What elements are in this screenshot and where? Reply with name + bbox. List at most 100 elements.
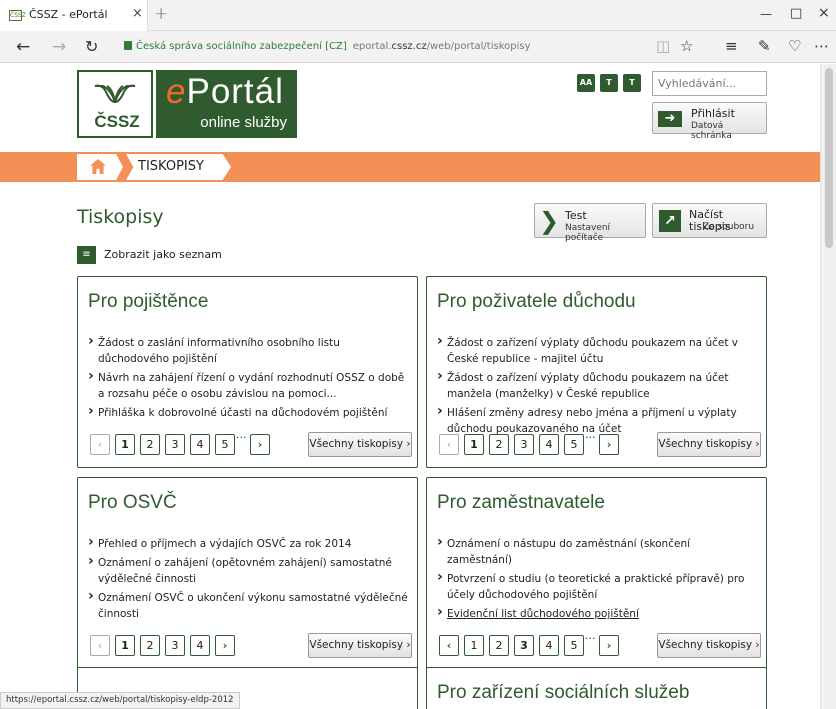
all-forms-button[interactable]: Všechny tiskopisy ›: [657, 432, 761, 457]
login-label: Přihlásit: [691, 107, 735, 120]
form-link[interactable]: Žádost o zařízení výplaty důchodu poukaz…: [437, 333, 757, 367]
form-link[interactable]: Oznámení o nástupu do zaměstnání (skonče…: [437, 534, 757, 568]
list-view-icon[interactable]: ≡: [77, 246, 96, 264]
close-tab-icon[interactable]: ×: [132, 6, 143, 21]
home-crumb[interactable]: [77, 154, 123, 180]
eportal-logo[interactable]: ePortál online služby: [156, 70, 297, 138]
eportal-word: Portál: [186, 72, 284, 111]
page-button[interactable]: 4: [190, 635, 210, 656]
card-title: Pro pojištěnce: [88, 291, 209, 312]
next-page-button[interactable]: ›: [215, 635, 235, 656]
prev-page-button[interactable]: ‹: [439, 635, 459, 656]
next-page-button[interactable]: ›: [250, 434, 270, 455]
text-only-button[interactable]: T: [600, 74, 618, 92]
page-button[interactable]: 1: [115, 635, 135, 656]
back-icon[interactable]: ←: [16, 37, 30, 57]
search-input[interactable]: [652, 71, 767, 96]
form-link[interactable]: Evidenční list důchodového pojištění: [437, 604, 757, 622]
url-domain: cssz.cz: [391, 41, 427, 52]
eportal-e: e: [166, 72, 187, 111]
new-tab-icon[interactable]: +: [154, 4, 168, 24]
page-button[interactable]: 2: [140, 434, 160, 455]
page-title: Tiskopisy: [77, 206, 164, 228]
share-icon[interactable]: ♡: [788, 37, 801, 55]
page-button[interactable]: 3: [514, 434, 534, 455]
page-button[interactable]: 2: [489, 434, 509, 455]
login-button[interactable]: ➜ Přihlásit Datová schránka: [652, 102, 767, 141]
leaves-icon: [94, 84, 136, 104]
page-button[interactable]: 5: [215, 434, 235, 455]
next-page-button[interactable]: ›: [599, 434, 619, 455]
scrollbar-thumb[interactable]: [825, 68, 833, 248]
browser-window: ČSSZ ČSSZ - ePortál × + — □ × ← → ↻ Česk…: [0, 0, 836, 709]
page-button[interactable]: 2: [140, 635, 160, 656]
all-forms-button[interactable]: Všechny tiskopisy ›: [308, 432, 412, 457]
page-button[interactable]: 1: [464, 434, 484, 455]
card-employers: Pro zaměstnavatele Oznámení o nástupu do…: [426, 477, 767, 669]
form-link[interactable]: Přehled o příjmech a výdajích OSVČ za ro…: [88, 534, 408, 552]
prev-page-button[interactable]: ‹: [90, 434, 110, 455]
form-link[interactable]: Návrh na zahájení řízení o vydání rozhod…: [88, 368, 408, 402]
maximize-icon[interactable]: □: [790, 6, 802, 21]
status-bar-url: https://eportal.cssz.cz/web/portal/tisko…: [0, 692, 240, 709]
login-icon: ➜: [658, 111, 682, 127]
forward-icon[interactable]: →: [52, 37, 66, 57]
form-link[interactable]: Přihláška k dobrovolné účasti na důchodo…: [88, 403, 408, 421]
page-button[interactable]: 5: [564, 635, 584, 656]
prev-page-button[interactable]: ‹: [439, 434, 459, 455]
all-forms-button[interactable]: Všechny tiskopisy ›: [657, 633, 761, 658]
url-field[interactable]: Česká správa sociálního zabezpečení [CZ]…: [118, 36, 638, 58]
close-window-icon[interactable]: ×: [818, 5, 830, 21]
form-link[interactable]: Potvrzení o studiu (o teoretické a prakt…: [437, 569, 757, 603]
breadcrumb-current[interactable]: TISKOPISY: [126, 154, 231, 180]
more-icon[interactable]: ⋯: [814, 37, 829, 55]
online-services-label: online služby: [200, 114, 287, 131]
tab-title: ČSSZ - ePortál: [29, 8, 108, 21]
page-button[interactable]: 3: [514, 635, 534, 656]
arrow-right-icon: ❯: [539, 207, 560, 235]
reading-view-icon[interactable]: ◫: [656, 37, 670, 55]
page-button[interactable]: 2: [489, 635, 509, 656]
form-link[interactable]: Oznámení o zahájení (opětovném zahájení)…: [88, 553, 408, 587]
font-size-button[interactable]: AA: [577, 74, 595, 92]
page-button[interactable]: 5: [564, 434, 584, 455]
page-button[interactable]: 3: [165, 434, 185, 455]
refresh-icon[interactable]: ↻: [85, 37, 98, 56]
prev-page-button[interactable]: ‹: [90, 635, 110, 656]
card-title: Pro OSVČ: [88, 492, 177, 513]
all-forms-button[interactable]: Všechny tiskopisy ›: [308, 633, 412, 658]
browser-tab[interactable]: ČSSZ ČSSZ - ePortál ×: [0, 0, 148, 31]
page-button[interactable]: 4: [190, 434, 210, 455]
form-link[interactable]: Oznámení OSVČ o ukončení výkonu samostat…: [88, 588, 408, 622]
form-link[interactable]: Žádost o zaslání informativního osobního…: [88, 333, 408, 367]
contrast-button[interactable]: T: [623, 74, 641, 92]
page-button[interactable]: 4: [539, 434, 559, 455]
cssz-logo[interactable]: ČSSZ: [77, 70, 153, 138]
title-bar: ČSSZ ČSSZ - ePortál × + — □ ×: [0, 0, 836, 31]
form-link[interactable]: Žádost o zařízení výplaty důchodu poukaz…: [437, 368, 757, 402]
test-sublabel: Nastavení počítače: [565, 223, 611, 243]
page-button[interactable]: 1: [464, 635, 484, 656]
favorite-star-icon[interactable]: ☆: [680, 37, 693, 55]
url-path: /web/portal/tiskopisy: [426, 41, 531, 52]
favicon-icon: ČSSZ: [9, 10, 26, 21]
web-page: ČSSZ ePortál online služby AA T T ➜ Přih…: [0, 64, 820, 709]
web-note-icon[interactable]: ✎: [758, 37, 771, 55]
pagination-ellipsis: ···: [236, 431, 247, 444]
list-view-label[interactable]: Zobrazit jako seznam: [104, 248, 222, 261]
next-page-button[interactable]: ›: [599, 635, 619, 656]
card-self-employed: Pro OSVČ Přehled o příjmech a výdajích O…: [77, 477, 418, 669]
page-button[interactable]: 3: [165, 635, 185, 656]
load-form-sublabel: Ze souboru: [703, 222, 755, 232]
card-social-services: Pro zařízení sociálních služeb: [426, 667, 767, 709]
minimize-icon[interactable]: —: [760, 7, 772, 21]
load-form-button[interactable]: ↗ Načíst tiskopis Ze souboru: [652, 203, 767, 238]
page-button[interactable]: 1: [115, 434, 135, 455]
url-prefix: eportal.: [352, 41, 392, 52]
scrollbar[interactable]: [820, 64, 836, 709]
login-sublabel: Datová schránka: [691, 121, 732, 141]
pagination-ellipsis: ···: [585, 632, 596, 645]
page-button[interactable]: 4: [539, 635, 559, 656]
hub-icon[interactable]: ≡: [725, 37, 738, 55]
test-button[interactable]: ❯ Test Nastavení počítače: [534, 203, 646, 243]
